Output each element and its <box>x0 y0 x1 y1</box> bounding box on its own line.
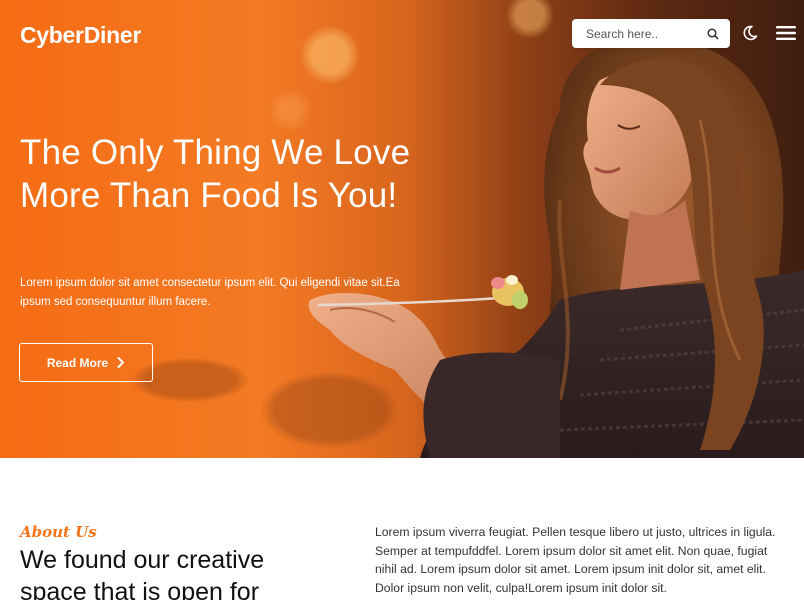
menu-icon[interactable] <box>776 25 796 41</box>
read-more-button[interactable]: Read More <box>19 343 153 382</box>
hero-section: CyberDiner The Only Thing We Love More T… <box>0 0 804 458</box>
about-kicker: About Us <box>20 523 97 541</box>
hero-title: The Only Thing We Love More Than Food Is… <box>20 133 411 215</box>
hero-description: Lorem ipsum dolor sit amet consectetur i… <box>20 277 400 308</box>
about-title: We found our creative space that is open… <box>20 546 265 600</box>
read-more-label: Read More <box>46 355 109 370</box>
search-box[interactable] <box>572 19 730 48</box>
search-icon[interactable] <box>706 27 720 41</box>
foreground-plants <box>130 300 430 458</box>
search-input[interactable] <box>586 26 706 41</box>
about-description: Lorem ipsum viverra feugiat. Pellen tesq… <box>375 525 776 595</box>
moon-icon[interactable] <box>741 24 759 42</box>
brand-logo[interactable]: CyberDiner <box>20 22 141 49</box>
chevron-right-icon <box>117 357 125 368</box>
